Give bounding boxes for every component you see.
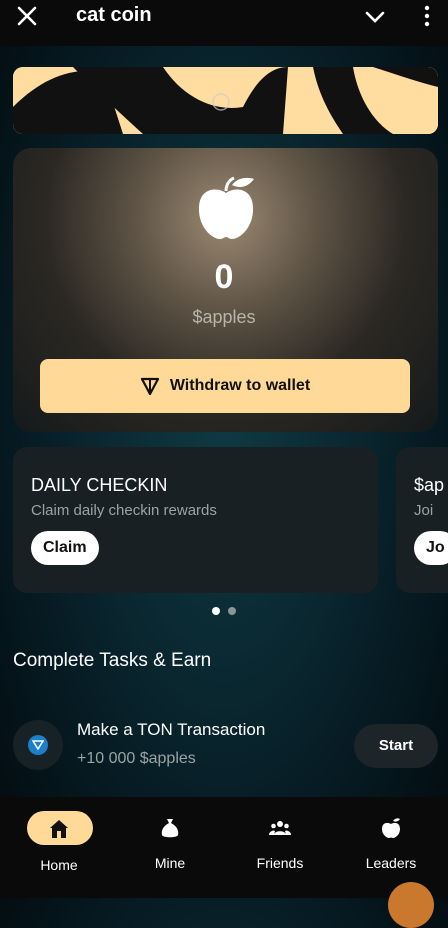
apple-icon <box>382 818 400 838</box>
chevron-down-icon[interactable] <box>362 4 388 30</box>
balance-currency: $apples <box>192 307 256 327</box>
friends-icon <box>269 821 291 835</box>
nav-item-mine[interactable]: Mine <box>114 797 226 898</box>
more-options-icon[interactable] <box>420 4 434 30</box>
floating-avatar[interactable] <box>388 882 434 928</box>
apple-icon <box>198 176 254 239</box>
nav-item-friends[interactable]: Friends <box>224 797 336 898</box>
nav-label-leaders: Leaders <box>365 855 417 871</box>
app-title: cat coin <box>76 4 152 26</box>
withdraw-label: Withdraw to wallet <box>169 377 311 394</box>
sack-icon <box>161 819 179 838</box>
ton-task-icon <box>13 720 63 770</box>
close-icon[interactable] <box>14 3 40 29</box>
top-bar: cat coin <box>0 0 448 46</box>
checkin-title: DAILY CHECKIN <box>31 475 168 495</box>
next-card-title: $ap <box>414 475 445 495</box>
next-carousel-card[interactable]: $ap Joi Jo <box>396 447 448 593</box>
balance-amount: 0 <box>214 258 234 296</box>
next-card-subtitle: Joi <box>414 502 434 519</box>
start-task-button[interactable]: Start <box>354 724 438 768</box>
nav-item-home[interactable]: Home <box>3 797 115 898</box>
withdraw-button[interactable]: Withdraw to wallet <box>40 359 410 413</box>
task-reward: +10 000 $apples <box>77 750 196 767</box>
carousel-dots <box>212 607 236 615</box>
banner-pattern <box>13 67 438 134</box>
nav-item-leaders[interactable]: Leaders <box>335 797 447 898</box>
nav-label-mine: Mine <box>154 855 186 871</box>
bottom-nav: Home Mine Friends Leaders <box>0 797 448 898</box>
nav-label-friends: Friends <box>256 855 304 871</box>
task-title: Make a TON Transaction <box>77 720 266 739</box>
ton-icon <box>140 377 159 396</box>
claim-button[interactable]: Claim <box>31 531 99 565</box>
promo-banner[interactable] <box>13 67 438 134</box>
daily-checkin-card[interactable]: DAILY CHECKIN Claim daily checkin reward… <box>13 447 378 593</box>
carousel-dot[interactable] <box>228 607 236 615</box>
next-card-button[interactable]: Jo <box>414 531 448 565</box>
carousel-dot-active[interactable] <box>212 607 220 615</box>
home-icon <box>50 820 68 838</box>
nav-label-home: Home <box>40 857 78 873</box>
tasks-heading: Complete Tasks & Earn <box>13 650 212 671</box>
checkin-subtitle: Claim daily checkin rewards <box>31 502 217 519</box>
